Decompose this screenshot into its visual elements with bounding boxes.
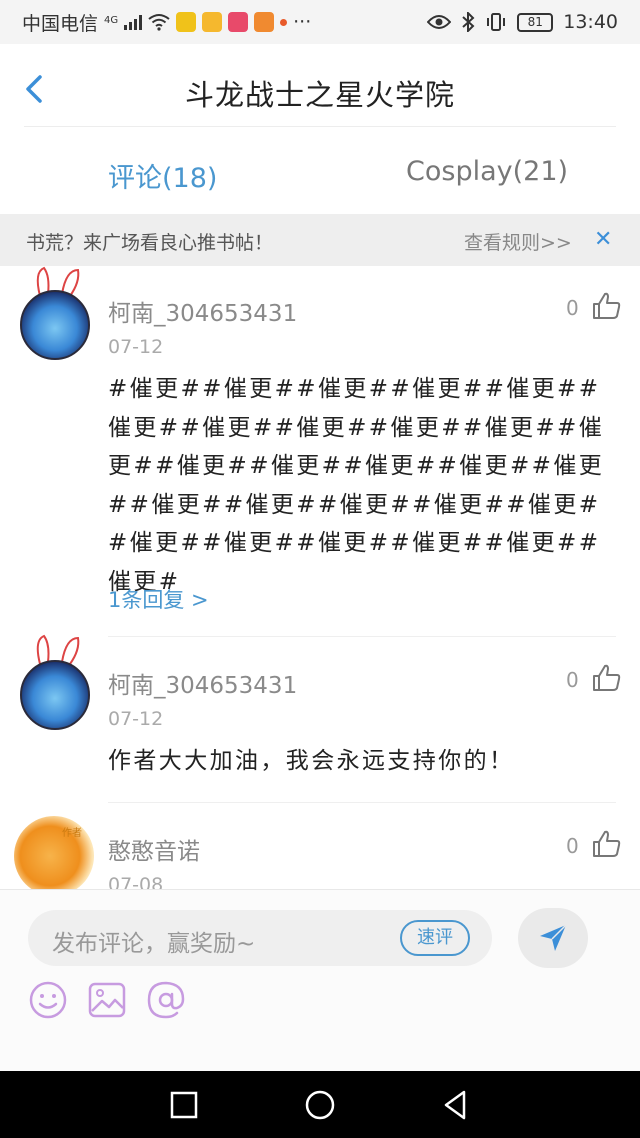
eye-icon bbox=[427, 15, 452, 29]
comment-date: 07-08 bbox=[108, 874, 164, 889]
status-bar: 中国电信 4G ··· 81 13:40 bbox=[0, 0, 640, 44]
bluetooth-icon bbox=[462, 12, 475, 32]
more-notifications: ··· bbox=[293, 11, 312, 33]
battery-level: 81 bbox=[527, 15, 543, 29]
username[interactable]: 憨憨音诺 bbox=[108, 832, 200, 866]
notice-text: 书荒？来广场看良心推书帖！ bbox=[26, 232, 274, 254]
close-icon[interactable]: ✕ bbox=[594, 227, 612, 252]
avatar[interactable] bbox=[14, 816, 94, 889]
comment-divider bbox=[108, 636, 616, 637]
clock: 13:40 bbox=[563, 11, 618, 33]
image-icon[interactable] bbox=[87, 980, 127, 1020]
recents-icon[interactable] bbox=[168, 1089, 200, 1121]
author-tag: 作者 bbox=[62, 828, 82, 839]
system-navigation-bar bbox=[0, 1071, 640, 1138]
tab-bar: 评论(18) Cosplay(21) bbox=[0, 128, 640, 214]
comment-input-bar: 发布评论，赢奖励~ 速评 bbox=[0, 889, 640, 1071]
comment-item: 柯南_304653431 07-12 0 #催更##催更##催更##催更##催更… bbox=[0, 266, 640, 638]
comment-item: 作者 憨憨音诺 07-08 0 bbox=[0, 804, 640, 889]
signal-icon bbox=[124, 14, 143, 30]
like-count: 0 bbox=[566, 834, 579, 858]
tab-comments[interactable]: 评论(18) bbox=[108, 156, 217, 195]
back-icon[interactable] bbox=[440, 1089, 472, 1121]
app-notification-icon bbox=[202, 12, 223, 32]
network-label: 4G bbox=[104, 14, 119, 26]
thumbs-up-icon[interactable] bbox=[592, 292, 622, 320]
username[interactable]: 柯南_304653431 bbox=[108, 666, 297, 700]
thumbs-up-icon[interactable] bbox=[592, 830, 622, 858]
comment-date: 07-12 bbox=[108, 708, 164, 730]
comment-text: #催更##催更##催更##催更##催更##催更##催更##催更##催更##催更#… bbox=[108, 376, 605, 595]
vibrate-icon bbox=[487, 13, 506, 31]
avatar[interactable] bbox=[20, 660, 90, 730]
thumbs-up-icon[interactable] bbox=[592, 664, 622, 692]
at-sign-icon[interactable] bbox=[146, 980, 186, 1020]
view-rules-link[interactable]: 查看规则>> bbox=[464, 228, 572, 255]
page-title: 斗龙战士之星火学院 bbox=[184, 78, 455, 112]
like-count: 0 bbox=[566, 668, 579, 692]
app-notification-icon bbox=[228, 12, 249, 32]
comment-input[interactable]: 发布评论，赢奖励~ 速评 bbox=[28, 910, 492, 966]
send-button[interactable] bbox=[518, 908, 588, 968]
tab-cosplay[interactable]: Cosplay(21) bbox=[406, 156, 568, 187]
page-header: 斗龙战士之星火学院 bbox=[0, 44, 640, 128]
notice-banner: 书荒？来广场看良心推书帖！ 查看规则>> ✕ bbox=[0, 214, 640, 266]
app-notification-icon bbox=[254, 12, 275, 32]
home-icon[interactable] bbox=[304, 1089, 336, 1121]
battery-icon: 81 bbox=[517, 12, 554, 32]
comment-input-placeholder: 发布评论，赢奖励~ bbox=[52, 931, 256, 957]
app-notification-dot-icon bbox=[280, 18, 288, 26]
quick-comment-button[interactable]: 速评 bbox=[400, 920, 470, 956]
comment-text: 作者大大加油，我会永远支持你的！ bbox=[108, 748, 515, 774]
carrier-label: 中国电信 bbox=[22, 12, 99, 35]
comment-divider bbox=[108, 802, 616, 803]
username[interactable]: 柯南_304653431 bbox=[108, 294, 297, 328]
comment-date: 07-12 bbox=[108, 336, 164, 358]
header-divider bbox=[24, 126, 616, 127]
comment-item: 柯南_304653431 07-12 0 作者大大加油，我会永远支持你的！ bbox=[0, 634, 640, 804]
smiley-icon[interactable] bbox=[28, 980, 68, 1020]
like-count: 0 bbox=[566, 296, 579, 320]
avatar[interactable] bbox=[20, 290, 90, 360]
view-replies-link[interactable]: 1条回复 > bbox=[108, 584, 209, 614]
app-notification-icon bbox=[176, 12, 197, 32]
paper-plane-icon bbox=[540, 924, 567, 951]
wifi-icon bbox=[148, 14, 170, 31]
